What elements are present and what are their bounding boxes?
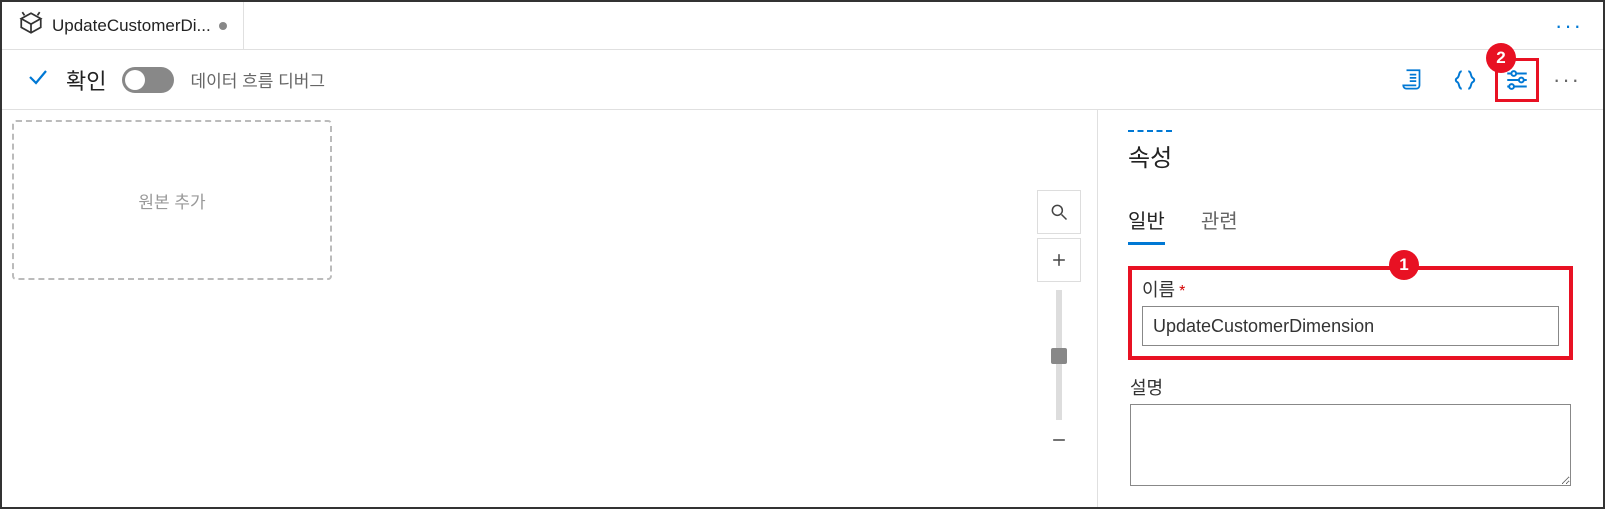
panel-tabs: 일반 관련 bbox=[1128, 205, 1573, 246]
code-button[interactable] bbox=[1443, 58, 1487, 102]
tab-general[interactable]: 일반 bbox=[1128, 205, 1165, 245]
main-area: 원본 추가 속성 bbox=[2, 110, 1603, 507]
add-source-label: 원본 추가 bbox=[138, 188, 205, 213]
name-label-row: 이름* bbox=[1142, 276, 1559, 302]
panel-title: 속성 bbox=[1128, 130, 1172, 173]
zoom-control bbox=[1037, 190, 1081, 452]
description-field-group: 설명 bbox=[1128, 374, 1573, 491]
tab-related[interactable]: 관련 bbox=[1201, 205, 1238, 245]
search-button[interactable] bbox=[1037, 190, 1081, 234]
debug-toggle[interactable] bbox=[122, 67, 174, 93]
validate-button[interactable]: 확인 bbox=[66, 64, 106, 96]
properties-panel: 속성 일반 관련 1 이름* 설명 bbox=[1098, 110, 1603, 507]
toggle-knob-icon bbox=[125, 70, 145, 90]
zoom-slider[interactable] bbox=[1056, 290, 1062, 420]
dataflow-icon bbox=[18, 10, 44, 41]
name-label: 이름 bbox=[1142, 280, 1175, 300]
dataflow-tab[interactable]: UpdateCustomerDi... bbox=[10, 2, 244, 49]
validate-check-icon bbox=[26, 65, 50, 94]
name-input[interactable] bbox=[1142, 306, 1559, 346]
zoom-thumb[interactable] bbox=[1051, 348, 1067, 364]
description-label: 설명 bbox=[1130, 374, 1571, 400]
script-button[interactable] bbox=[1391, 58, 1435, 102]
zoom-in-button[interactable] bbox=[1037, 238, 1081, 282]
toolbar: 확인 데이터 흐름 디버그 2 ··· bbox=[2, 50, 1603, 110]
debug-label: 데이터 흐름 디버그 bbox=[190, 67, 325, 92]
zoom-out-button[interactable] bbox=[1037, 428, 1081, 452]
tab-more-button[interactable]: ··· bbox=[1543, 13, 1595, 39]
add-source-button[interactable]: 원본 추가 bbox=[12, 120, 332, 280]
description-input[interactable] bbox=[1130, 404, 1571, 486]
toolbar-more-button[interactable]: ··· bbox=[1547, 67, 1587, 93]
callout-badge-2: 2 bbox=[1486, 43, 1516, 73]
tab-bar: UpdateCustomerDi... ··· bbox=[2, 2, 1603, 50]
settings-button[interactable]: 2 bbox=[1495, 58, 1539, 102]
toolbar-right: 2 ··· bbox=[1391, 58, 1587, 102]
unsaved-indicator-icon bbox=[219, 22, 227, 30]
callout-badge-1: 1 bbox=[1389, 250, 1419, 280]
tab-title: UpdateCustomerDi... bbox=[52, 16, 211, 36]
required-asterisk-icon: * bbox=[1179, 283, 1185, 300]
name-field-group: 1 이름* bbox=[1128, 266, 1573, 360]
canvas[interactable]: 원본 추가 bbox=[2, 110, 1098, 507]
